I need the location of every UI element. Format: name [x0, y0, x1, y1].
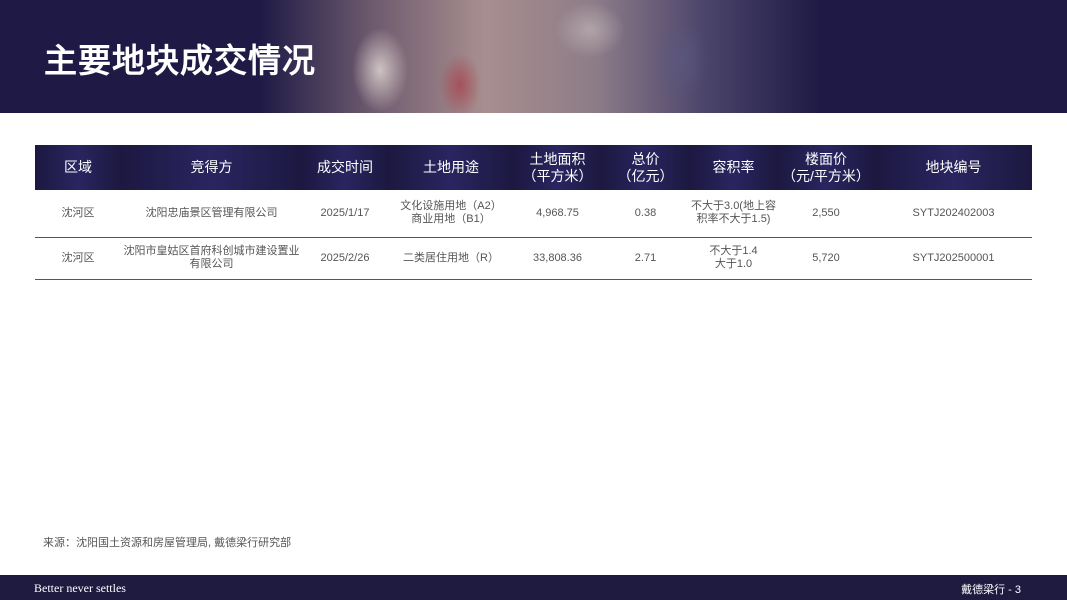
- header-banner: 主要地块成交情况: [0, 0, 1067, 113]
- column-header: 地块编号: [875, 145, 1032, 190]
- table-cell: 沈阳市皇姑区首府科创城市建设置业 有限公司: [121, 237, 302, 280]
- table-cell: SYTJ202500001: [875, 237, 1032, 280]
- table-cell: 沈河区: [35, 237, 121, 280]
- column-header: 区域: [35, 145, 121, 190]
- table-cell: 5,720: [777, 237, 875, 280]
- table-cell: SYTJ202402003: [875, 190, 1032, 238]
- table-row: 沈河区 沈阳忠庙景区管理有限公司 2025/1/17 文化设施用地（A2） 商业用地（B…: [35, 190, 1032, 238]
- table-cell: 2025/1/17: [302, 190, 388, 238]
- source-note: 来源：沈阳国土资源和房屋管理局, 戴德梁行研究部: [43, 537, 292, 549]
- table-cell: 沈阳忠庙景区管理有限公司: [121, 190, 302, 238]
- column-header: 土地面积 （平方米）: [514, 145, 601, 190]
- slogan: Better never settles: [34, 581, 126, 595]
- column-header: 土地用途: [388, 145, 514, 190]
- table-cell: 33,808.36: [514, 237, 601, 280]
- footer-bar: Better never settles 戴德梁行 - 3: [0, 575, 1067, 600]
- table-cell: 沈河区: [35, 190, 121, 238]
- column-header: 成交时间: [302, 145, 388, 190]
- column-header: 总价 （亿元）: [601, 145, 690, 190]
- column-header: 楼面价 （元/平方米）: [777, 145, 875, 190]
- table-cell: 不大于3.0(地上容 积率不大于1.5): [690, 190, 777, 238]
- table-cell: 0.38: [601, 190, 690, 238]
- table-cell: 2,550: [777, 190, 875, 238]
- table-cell: 不大于1.4 大于1.0: [690, 237, 777, 280]
- page-number: 戴德梁行 - 3: [961, 584, 1021, 596]
- land-transactions-table: 区域 竞得方 成交时间 土地用途 土地面积 （平方米） 总价 （亿元） 容积率 楼面价 （元/平方米…: [35, 145, 1032, 280]
- table-cell: 二类居住用地（R）: [388, 237, 514, 280]
- banner-photo: [260, 0, 820, 113]
- column-header: 容积率: [690, 145, 777, 190]
- table-cell: 2025/2/26: [302, 237, 388, 280]
- table-cell: 4,968.75: [514, 190, 601, 238]
- table-cell: 文化设施用地（A2） 商业用地（B1）: [388, 190, 514, 238]
- table-cell: 2.71: [601, 237, 690, 280]
- table-row: 沈河区 沈阳市皇姑区首府科创城市建设置业 有限公司 2025/2/26 二类居住用地（R…: [35, 237, 1032, 280]
- column-header: 竞得方: [121, 145, 302, 190]
- page-title: 主要地块成交情况: [44, 42, 316, 79]
